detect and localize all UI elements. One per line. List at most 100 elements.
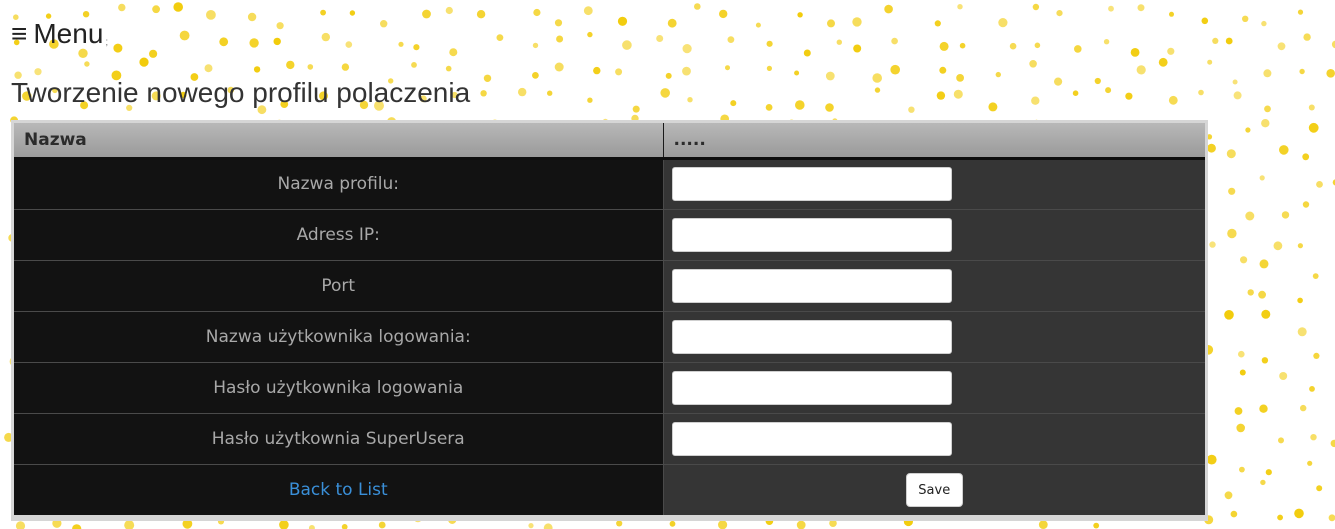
background-dot [253,66,261,73]
port-input[interactable] [671,268,952,303]
background-dot [345,41,353,48]
background-dot [1054,77,1063,86]
background-dot [1232,79,1238,85]
background-dot [795,100,805,110]
background-dot [1009,42,1017,50]
background-dot [1261,119,1270,128]
background-dot [660,88,670,98]
background-dot [803,49,811,57]
background-dot [247,12,257,22]
background-dot [1326,69,1335,78]
background-dot [587,31,593,38]
background-dot [1233,91,1242,100]
background-dot [718,520,728,529]
background-dot [766,40,773,47]
profile-name-input[interactable] [671,167,952,201]
field-cell-superuser-password [663,412,1205,464]
background-dot [341,63,350,71]
background-dot [398,41,404,47]
background-dot [1228,187,1236,195]
background-dot [682,66,691,76]
back-to-list-link[interactable]: Back to List [289,480,388,500]
menu-toggle[interactable]: ≡ Menu; [11,16,108,61]
background-dot [1245,127,1251,133]
background-dot [349,10,356,16]
background-dot [587,97,593,103]
background-dot [249,38,259,48]
column-header-nazwa: Nazwa [14,123,664,160]
background-dot [1330,439,1335,448]
form-row-login-password: Hasło użytkownika logowania [14,361,1205,413]
profile-form-table-container: Nazwa ..... Nazwa profilu: Adress IP: Po… [11,120,1208,521]
background-dot [72,524,82,529]
background-dot [797,12,803,18]
background-dot [15,521,26,529]
background-dot [1168,95,1178,105]
background-dot [1029,60,1037,68]
background-dot [206,10,216,20]
background-dot [1224,491,1233,500]
background-dot [1206,454,1217,465]
background-dot [556,35,564,43]
background-dot [139,57,149,67]
background-dot [341,524,348,529]
background-dot [413,44,420,51]
background-dot [874,87,881,93]
background-dot [1167,47,1175,55]
background-dot [719,9,728,19]
background-dot [1303,33,1311,41]
background-dot [1094,77,1101,85]
superuser-password-input[interactable] [671,421,952,456]
field-label-superuser-password: Hasło użytkownia SuperUsera [14,412,664,464]
save-button[interactable]: Save [905,472,963,507]
background-dot [152,5,161,14]
background-dot [1247,289,1254,296]
background-dot [1279,145,1289,155]
field-label-login-password: Hasło użytkownika logowania [14,361,664,413]
background-dot [852,17,862,27]
field-label-login-username: Nazwa użytkownika logowania: [14,310,664,362]
background-dot [449,48,458,57]
background-dot [665,72,672,79]
background-dot [1158,57,1168,67]
background-dot [766,65,773,71]
field-cell-profile-name [663,158,1205,209]
background-dot [1297,9,1304,15]
background-dot [543,523,553,529]
background-dot [173,2,183,12]
background-dot [632,105,640,113]
ip-address-input[interactable] [671,217,952,252]
background-dot [1236,423,1245,433]
background-dot [307,64,314,70]
field-cell-port [663,259,1205,311]
background-dot [320,9,326,16]
background-dot [1302,201,1310,208]
background-dot [939,66,947,74]
background-dot [1072,90,1079,96]
table-header-row: Nazwa ..... [14,123,1205,160]
background-dot [988,102,998,112]
background-dot [554,62,564,72]
background-dot [953,89,963,99]
background-dot [476,10,486,19]
background-dot [687,97,693,103]
field-label-port: Port [14,259,664,311]
login-password-input[interactable] [671,370,952,405]
background-dot [219,37,229,47]
page-title: Tworzenie nowego profilu polaczenia [11,77,471,108]
background-dot [1258,290,1266,299]
background-dot [1032,3,1040,11]
background-dot [1226,149,1236,159]
login-username-input[interactable] [671,319,952,354]
background-dot [480,90,487,97]
background-dot [1300,404,1307,412]
background-dot [1260,479,1266,486]
background-dot [934,20,941,27]
field-cell-login-username [663,310,1205,362]
menu-label: Menu [33,18,104,49]
background-dot [622,40,632,50]
form-row-port: Port [14,259,1205,311]
background-dot [1278,437,1284,444]
background-dot [279,520,289,529]
background-dot [378,521,386,529]
